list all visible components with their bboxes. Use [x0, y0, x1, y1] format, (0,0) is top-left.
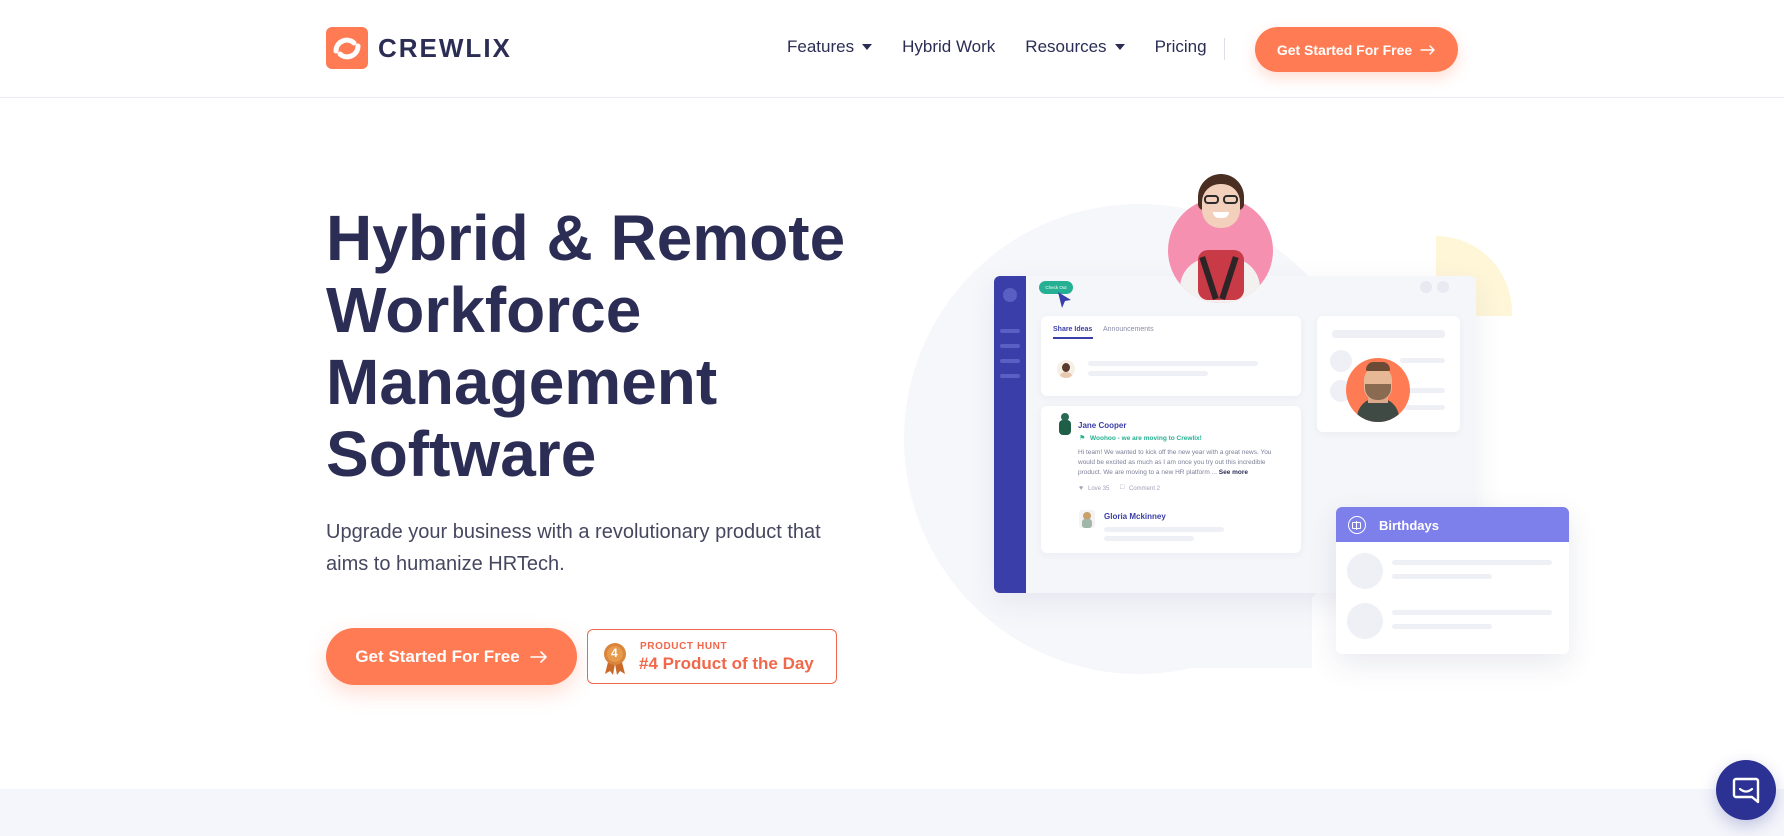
chat-launcher-button[interactable] [1716, 760, 1776, 820]
hero-title-line: Software [326, 418, 597, 490]
placeholder-line [1088, 371, 1208, 376]
logo[interactable]: CREWLIX [326, 27, 512, 69]
arrow-right-icon [529, 650, 547, 663]
badge-small-text: PRODUCT HUNT [640, 641, 728, 652]
birthdays-header: Birthdays [1336, 507, 1569, 542]
tab-announcements: Announcements [1103, 326, 1154, 333]
logo-icon [326, 27, 368, 69]
placeholder-line [1392, 624, 1492, 629]
active-tab-underline [1053, 337, 1093, 339]
nav-item-label: Pricing [1154, 37, 1207, 56]
avatar [1057, 360, 1075, 378]
placeholder-line [1392, 560, 1552, 565]
header-get-started-button[interactable]: Get Started For Free [1255, 27, 1458, 72]
placeholder-avatar [1347, 603, 1383, 639]
button-label: Get Started For Free [1276, 41, 1413, 58]
nav-item-label: Resources [1025, 37, 1107, 56]
button-label: Get Started For Free [355, 646, 520, 666]
placeholder-line [1104, 536, 1194, 541]
caret-down-icon [862, 44, 873, 50]
sidebar-line [1000, 359, 1020, 363]
megaphone-icon: ⚑ [1079, 435, 1086, 442]
post-body: Hi team! We wanted to kick off the new y… [1078, 448, 1288, 478]
cursor-icon [1058, 292, 1071, 308]
see-more-link[interactable]: See more [1219, 469, 1248, 476]
placeholder-line [1104, 527, 1224, 532]
placeholder-avatar [1347, 553, 1383, 589]
tab-share-ideas: Share Ideas [1053, 326, 1093, 333]
placeholder-line [1088, 361, 1258, 366]
placeholder-line [1392, 574, 1492, 579]
nav-item-label: Features [787, 37, 855, 56]
comment-icon: □ [1120, 484, 1125, 491]
nav-item-features[interactable]: Features [787, 37, 873, 57]
birthdays-card: Birthdays [1336, 507, 1569, 654]
sidebar-line [1000, 329, 1020, 333]
avatar [1055, 413, 1075, 435]
hero-get-started-button[interactable]: Get Started For Free [326, 628, 577, 685]
hero-title-line: Hybrid & Remote [326, 202, 846, 274]
sidebar-avatar [1003, 288, 1017, 302]
sidebar-line [1000, 374, 1020, 378]
placeholder-line [1332, 330, 1445, 338]
hero-title: Hybrid & Remote Workforce Management Sof… [326, 202, 886, 490]
placeholder-line [1400, 358, 1445, 363]
love-count[interactable]: Love 35 [1088, 486, 1109, 492]
nav-divider [1224, 38, 1225, 60]
birthdays-title: Birthdays [1379, 518, 1439, 533]
placeholder-avatar [1330, 350, 1352, 372]
main-nav: Features Hybrid Work Resources Pricing [787, 37, 1237, 57]
hero-title-line: Management [326, 346, 718, 418]
medal-rank: 4 [611, 646, 618, 660]
nav-item-resources[interactable]: Resources [1025, 37, 1125, 57]
window-dot [1437, 281, 1449, 293]
nav-item-label: Hybrid Work [902, 37, 996, 56]
product-hunt-badge[interactable]: 4 PRODUCT HUNT #4 Product of the Day [587, 629, 837, 684]
caret-down-icon [1114, 44, 1125, 50]
chat-icon [1732, 777, 1760, 804]
avatar [1346, 358, 1410, 422]
logo-text: CREWLIX [378, 32, 512, 63]
arrow-right-icon [1420, 44, 1435, 55]
next-section-band [0, 789, 1784, 836]
post-author: Jane Cooper [1078, 421, 1127, 430]
post-headline: Woohoo - we are moving to Crewlix! [1090, 435, 1202, 442]
badge-big-text: #4 Product of the Day [639, 654, 814, 673]
avatar [1168, 174, 1273, 303]
window-dot [1420, 281, 1432, 293]
gift-icon [1348, 516, 1366, 534]
placeholder-line [1400, 405, 1445, 410]
hero-title-line: Workforce [326, 274, 642, 346]
nav-item-hybrid-work[interactable]: Hybrid Work [902, 37, 995, 57]
hero-subtitle: Upgrade your business with a revolutiona… [326, 521, 821, 575]
reply-author: Gloria Mckinney [1104, 512, 1166, 521]
app-mockup-sidebar [994, 276, 1026, 593]
avatar [1079, 510, 1095, 528]
heart-icon: ♥ [1079, 485, 1084, 492]
nav-item-pricing[interactable]: Pricing [1155, 37, 1207, 57]
sidebar-line [1000, 344, 1020, 348]
placeholder-line [1392, 610, 1552, 615]
comment-count[interactable]: Comment 2 [1129, 486, 1160, 492]
site-header: CREWLIX Features Hybrid Work Resources P… [0, 0, 1784, 98]
